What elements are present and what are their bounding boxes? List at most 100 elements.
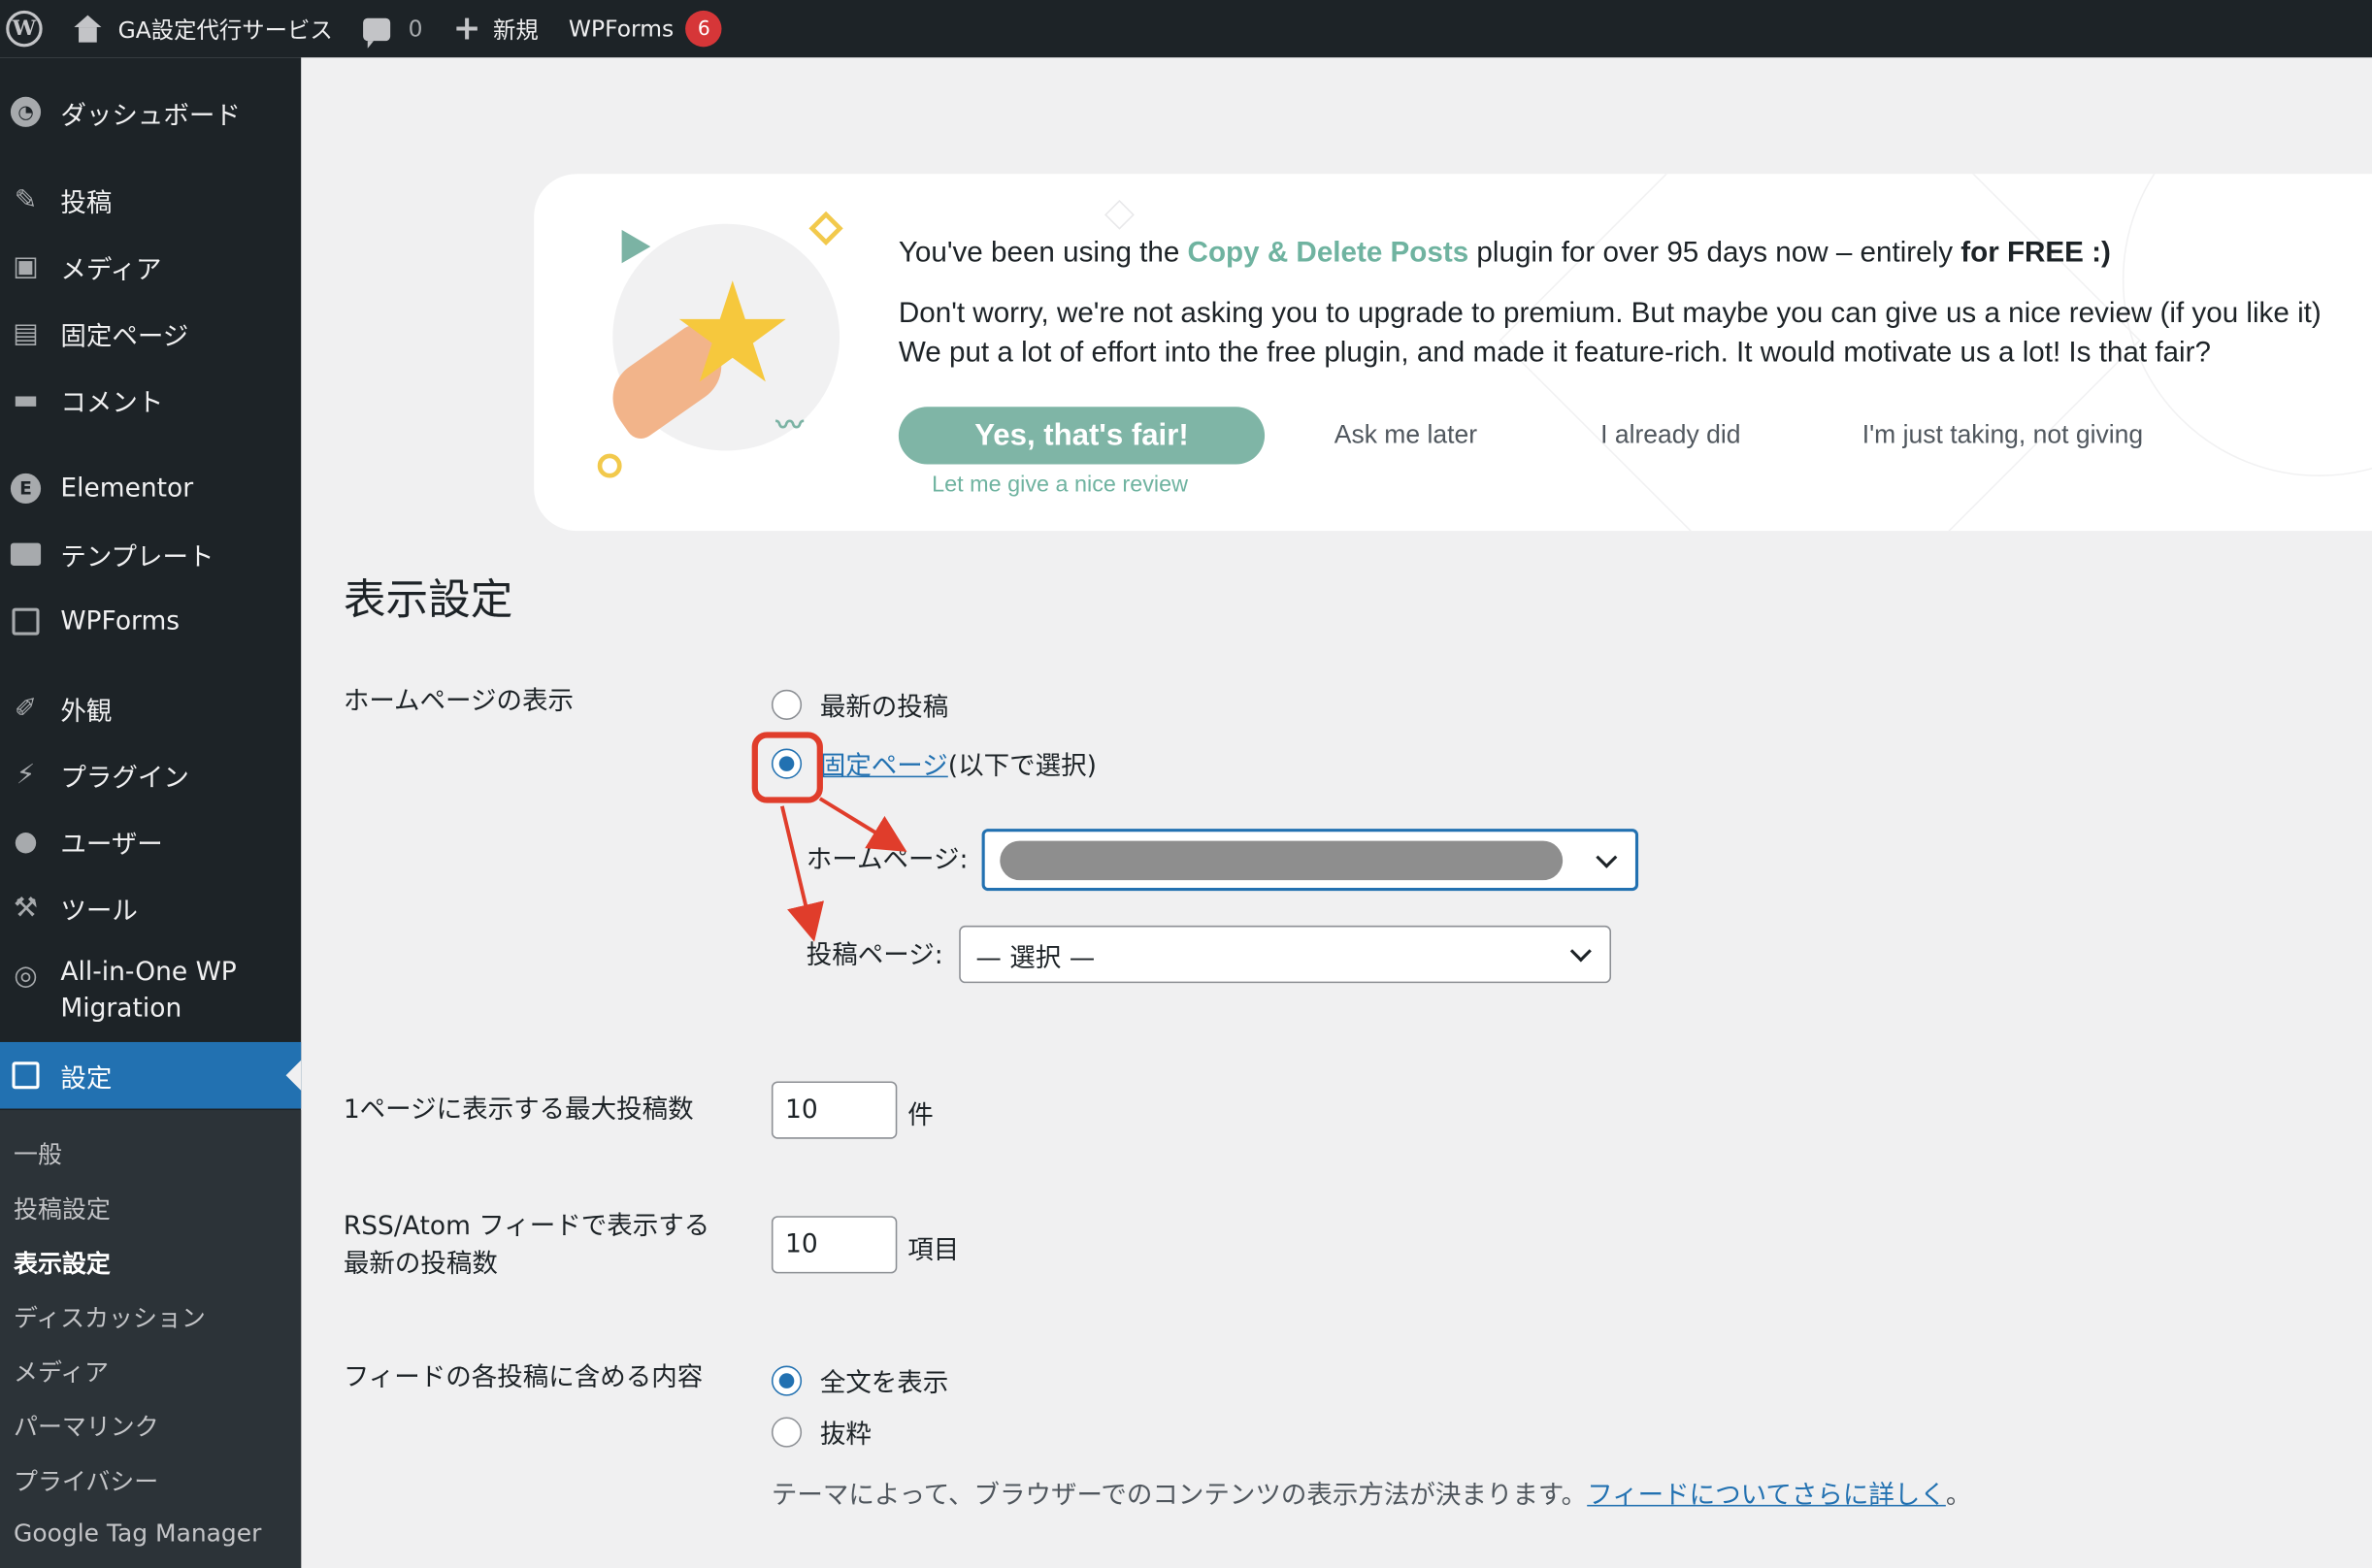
plugin-icon: ⚡: [16, 758, 36, 791]
play-triangle-icon: [621, 229, 651, 264]
submenu-item-media[interactable]: メディア: [14, 1352, 109, 1388]
sidebar-item-label: Elementor: [60, 473, 194, 505]
plus-icon: +: [452, 10, 481, 49]
folder-icon: [9, 537, 42, 570]
submenu-item-general[interactable]: 一般: [14, 1134, 62, 1170]
static-page-suffix: (以下で選択): [947, 751, 1097, 782]
brush-icon: ✐: [14, 692, 38, 724]
full-text-option[interactable]: 全文を表示: [771, 1361, 949, 1399]
feed-description-end: 。: [1945, 1480, 1972, 1512]
posts-per-page-input[interactable]: 10: [771, 1081, 898, 1139]
notice-line1-bold: for FREE :): [1960, 237, 2111, 270]
pin-icon: ✎: [14, 183, 38, 216]
plugin-name: Copy & Delete Posts: [1187, 237, 1469, 270]
sidebar-item-templates[interactable]: テンプレート: [0, 520, 301, 587]
sidebar-item-plugins[interactable]: ⚡ プラグイン: [0, 741, 301, 808]
excerpt-radio[interactable]: [771, 1416, 803, 1447]
home-icon: [73, 15, 103, 43]
notice-line-1: You've been using the Copy & Delete Post…: [899, 235, 2111, 275]
rss-items-label-line1: RSS/Atom フィードで表示する: [343, 1211, 710, 1242]
comments-count: 0: [408, 15, 423, 43]
sidebar-item-label: ダッシュボード: [60, 100, 241, 131]
sidebar-item-label: コメント: [60, 387, 164, 418]
site-name-link[interactable]: GA設定代行サービス: [57, 0, 347, 57]
user-icon: ●: [14, 825, 38, 858]
redacted-page-name: [1000, 839, 1564, 880]
new-content-button[interactable]: + 新規: [438, 0, 553, 57]
submenu-item-reading[interactable]: 表示設定: [14, 1243, 111, 1279]
ring-icon: [597, 453, 622, 478]
submenu-item-privacy[interactable]: プライバシー: [14, 1461, 158, 1497]
sidebar-item-wpforms[interactable]: WPForms: [0, 588, 301, 655]
homepage-select[interactable]: [981, 829, 1639, 892]
comment-icon: ▬: [13, 383, 39, 415]
sidebar-item-settings[interactable]: 設定: [0, 1041, 302, 1109]
decoration-diamond: [1104, 199, 1135, 230]
zigzag-icon: 〰: [775, 409, 804, 442]
submenu-item-writing[interactable]: 投稿設定: [14, 1189, 111, 1225]
sidebar-item-label: 投稿: [60, 188, 113, 219]
comment-bubble-icon: [362, 16, 390, 49]
sidebar-item-dashboard[interactable]: ◔ ダッシュボード: [0, 79, 301, 146]
sidebar-item-label: ユーザー: [60, 829, 163, 861]
submenu-item-discussion[interactable]: ディスカッション: [14, 1297, 206, 1333]
sidebar-item-label: 外観: [60, 696, 113, 727]
sidebar-item-label-line2: Migration: [60, 993, 182, 1024]
sidebar-item-media[interactable]: ▣ メディア: [0, 233, 301, 300]
smiling-star-icon: ★: [670, 252, 796, 415]
not-giving-link[interactable]: I'm just taking, not giving: [1862, 420, 2143, 450]
sidebar-item-posts[interactable]: ✎ 投稿: [0, 166, 301, 233]
sidebar-item-appearance[interactable]: ✐ 外観: [0, 674, 301, 741]
media-icon: ▣: [13, 249, 39, 282]
sidebar-item-migration[interactable]: ◎ All-in-One WP Migration: [0, 947, 301, 1038]
notice-line-2: Don't worry, we're not asking you to upg…: [898, 298, 2322, 330]
comments-link[interactable]: 0: [347, 0, 438, 57]
excerpt-label: 抜粋: [819, 1420, 872, 1451]
elementor-icon: E: [9, 472, 42, 505]
dashboard-icon: ◔: [9, 95, 42, 128]
notice-line-3: We put a lot of effort into the free plu…: [898, 337, 2211, 370]
radio-highlight-annotation: [751, 732, 823, 803]
static-page-link[interactable]: 固定ページ: [820, 744, 948, 782]
sidebar-item-label: テンプレート: [60, 541, 214, 572]
page-title: 表示設定: [343, 574, 513, 625]
form-icon: [9, 604, 42, 637]
nice-review-link[interactable]: Let me give a nice review: [932, 472, 1188, 497]
yes-fair-button[interactable]: Yes, that's fair!: [898, 407, 1266, 465]
feed-learn-more-link[interactable]: フィードについてさらに詳しく: [1587, 1481, 1946, 1511]
latest-posts-label: 最新の投稿: [819, 692, 949, 724]
sidebar-item-label: ツール: [60, 896, 138, 927]
already-did-link[interactable]: I already did: [1600, 420, 1740, 450]
ask-later-link[interactable]: Ask me later: [1334, 420, 1477, 450]
sidebar-item-label: 設定: [60, 1063, 113, 1094]
migration-icon: ◎: [14, 959, 38, 992]
submenu-item-permalinks[interactable]: パーマリンク: [14, 1407, 159, 1443]
pages-icon: ▤: [13, 316, 39, 349]
wpforms-menu[interactable]: WPForms 6: [553, 0, 737, 57]
wp-logo-button[interactable]: W: [0, 0, 57, 57]
sidebar-item-elementor[interactable]: E Elementor: [0, 455, 301, 522]
posts-page-select-label: 投稿ページ:: [806, 940, 943, 971]
sidebar-item-tools[interactable]: ⚒ ツール: [0, 874, 301, 941]
sidebar-item-label: プラグイン: [60, 763, 189, 794]
sidebar-item-users[interactable]: ● ユーザー: [0, 807, 301, 874]
admin-sidebar: ◔ ダッシュボード ✎ 投稿 ▣ メディア ▤ 固定ページ ▬ コメント E E…: [0, 57, 302, 1568]
notice-line1-mid: plugin for over 95 days now – entirely: [1468, 237, 1961, 270]
homepage-display-label: ホームページの表示: [343, 686, 574, 717]
posts-page-select[interactable]: — 選択 —: [959, 925, 1612, 984]
sidebar-item-pages[interactable]: ▤ 固定ページ: [0, 300, 301, 367]
sidebar-item-comments[interactable]: ▬ コメント: [0, 366, 301, 433]
full-text-label: 全文を表示: [819, 1368, 949, 1399]
settings-icon: [9, 1059, 42, 1092]
excerpt-option[interactable]: 抜粋: [771, 1413, 872, 1451]
full-text-radio[interactable]: [771, 1364, 803, 1395]
posts-page-value: — 選択 —: [975, 942, 1096, 974]
settings-submenu: 一般 投稿設定 表示設定 ディスカッション メディア パーマリンク プライバシー…: [0, 1110, 302, 1568]
latest-posts-option[interactable]: 最新の投稿: [771, 685, 949, 724]
rss-items-input[interactable]: 10: [771, 1216, 898, 1274]
posts-per-page-label: 1ページに表示する最大投稿数: [343, 1094, 694, 1126]
latest-posts-radio[interactable]: [771, 688, 803, 720]
rss-items-label-line2: 最新の投稿数: [343, 1248, 498, 1280]
submenu-item-google-tag-manager[interactable]: Google Tag Manager: [14, 1519, 261, 1548]
sidebar-item-label: 固定ページ: [60, 321, 189, 352]
